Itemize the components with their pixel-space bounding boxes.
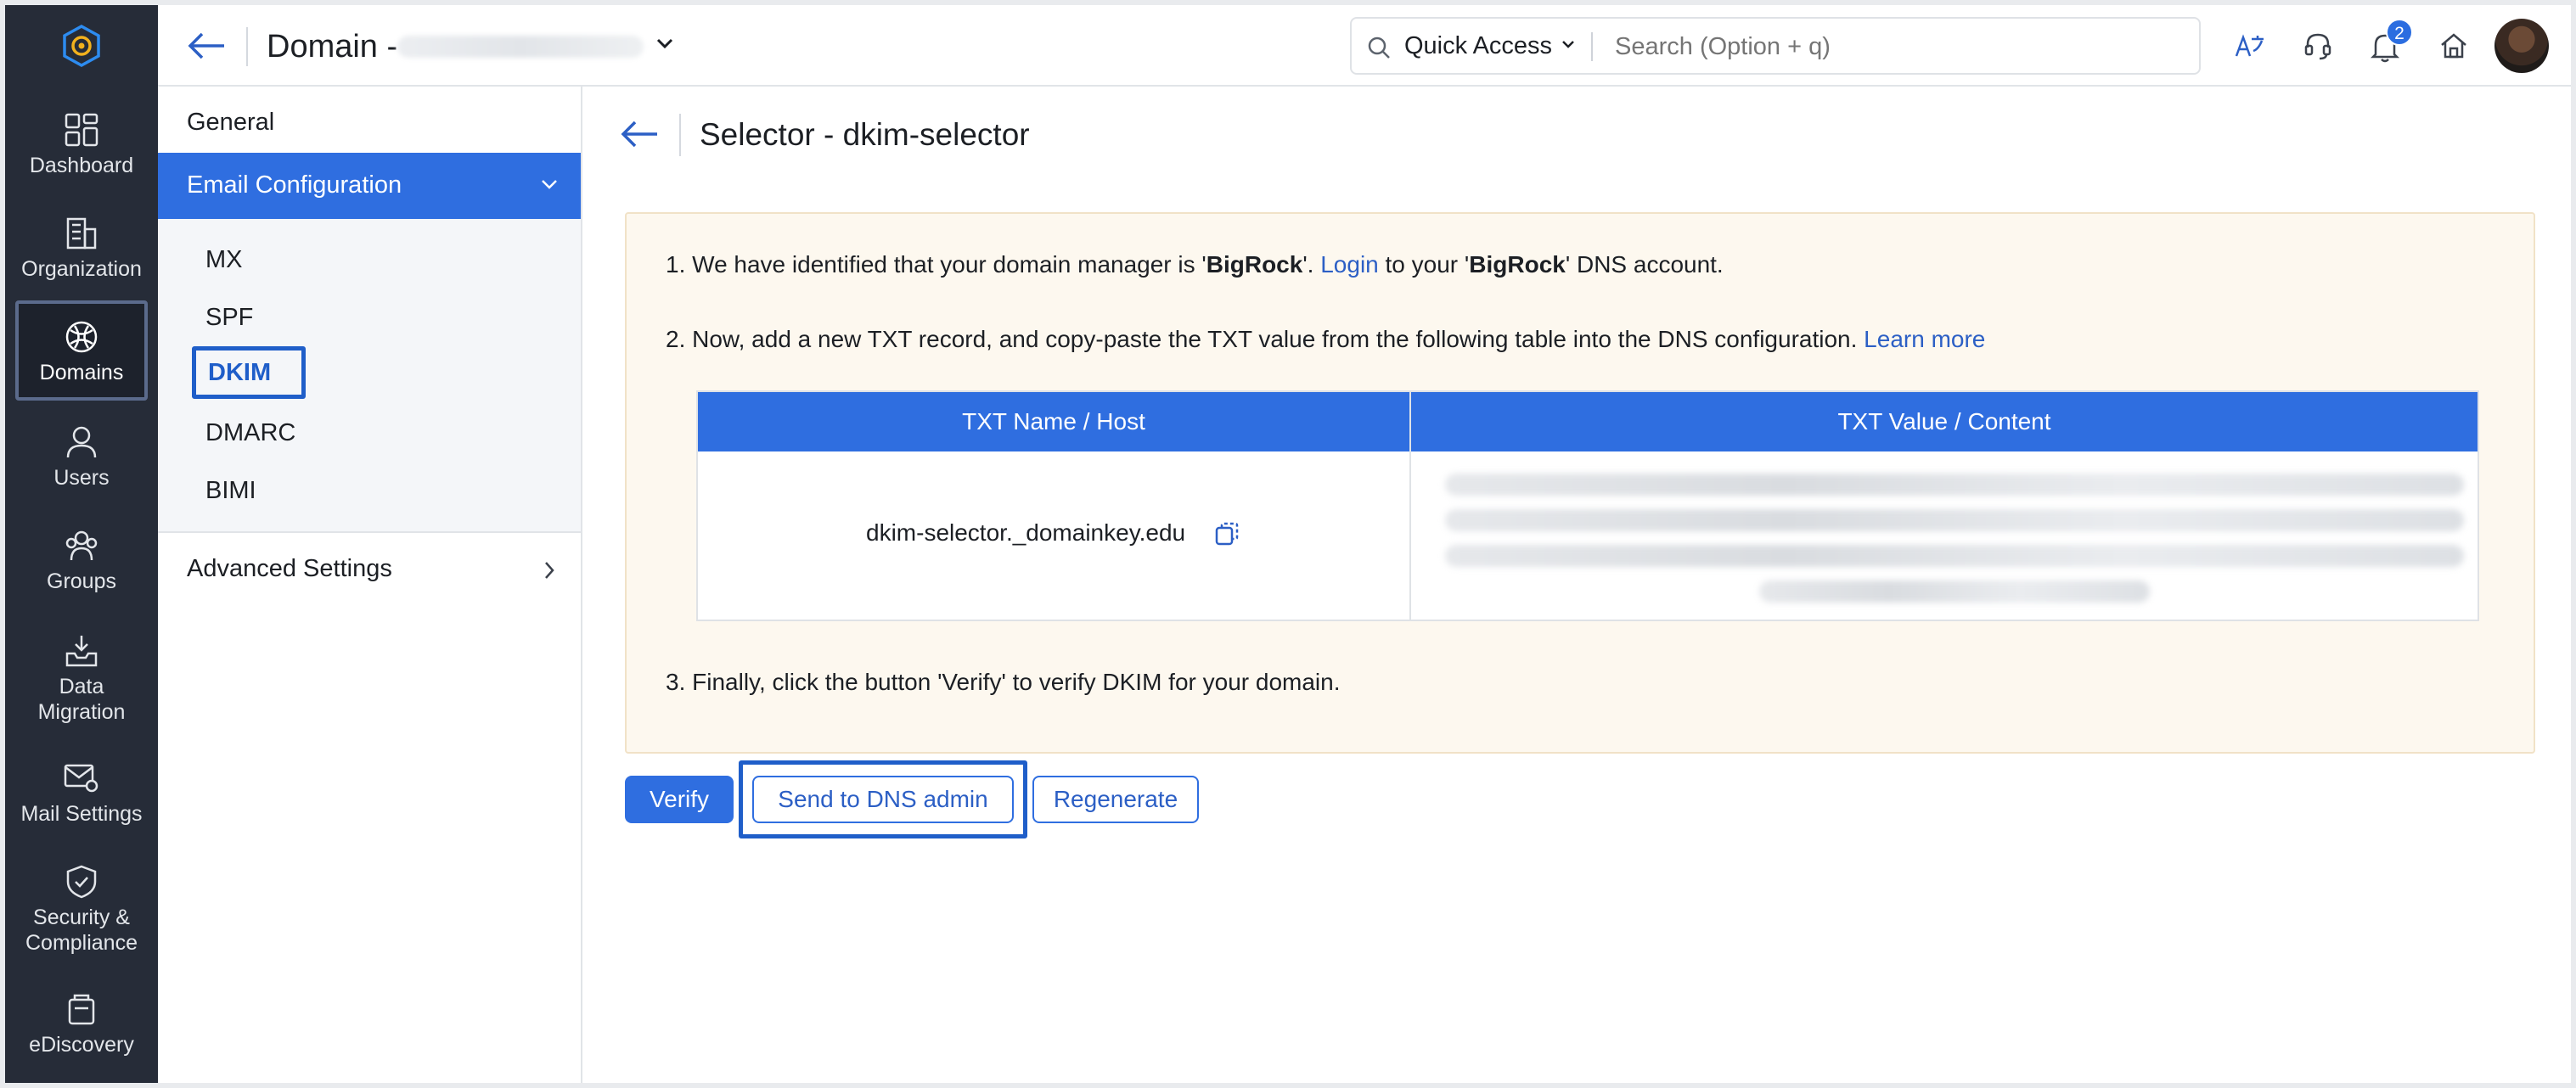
chevron-down-icon[interactable] — [655, 37, 674, 51]
rail-label: Users — [53, 466, 110, 490]
rail-item-groups[interactable]: Groups — [5, 528, 158, 594]
home-icon[interactable] — [2438, 31, 2469, 61]
rail-label: Organization — [21, 257, 142, 281]
search-divider — [1591, 32, 1593, 61]
step-text: to your ' — [1378, 251, 1470, 278]
step-text: Finally, click the button 'Verify' to ve… — [692, 669, 1341, 695]
domain-manager-name: BigRock — [1469, 251, 1566, 278]
step-text: ' DNS account. — [1565, 251, 1724, 278]
rail-label: Data Migration — [37, 675, 126, 724]
rail-label: eDiscovery — [29, 1033, 134, 1057]
app-frame: Dashboard Organization Domains Users Gro… — [5, 5, 2571, 1083]
users-icon — [66, 426, 97, 458]
domain-manager-name: BigRock — [1206, 251, 1303, 278]
quick-access-dropdown[interactable]: Quick Access — [1404, 32, 1552, 60]
step-text: We have identified that your domain mana… — [692, 251, 1206, 278]
instruction-step-1: 1. We have identified that your domain m… — [666, 251, 1724, 278]
data-migration-icon — [65, 636, 98, 667]
organization-icon — [66, 217, 97, 250]
step-number: 1. — [666, 251, 686, 278]
rail-label: Groups — [47, 569, 116, 593]
rail-label: Mail Settings — [20, 802, 143, 826]
rail-item-ediscovery[interactable]: eDiscovery — [5, 991, 158, 1057]
mail-settings-icon — [64, 764, 98, 793]
table-header-value: TXT Value / Content — [1411, 392, 2478, 451]
translate-icon[interactable] — [2233, 31, 2267, 61]
back-arrow-icon[interactable] — [187, 31, 226, 61]
rail-item-users[interactable]: Users — [5, 424, 158, 491]
rail-item-domains[interactable]: Domains — [15, 300, 148, 401]
app-logo-icon[interactable] — [59, 24, 104, 68]
dashboard-icon — [65, 113, 98, 147]
instruction-step-3: 3. Finally, click the button 'Verify' to… — [666, 669, 1340, 696]
domain-settings-nav: General Email Configuration MX SPF DKIM … — [158, 87, 582, 1083]
dkim-instructions-panel: 1. We have identified that your domain m… — [625, 212, 2535, 754]
support-headset-icon[interactable] — [2303, 31, 2333, 61]
rail-label: Domains — [39, 361, 124, 384]
table-column-divider — [1409, 392, 1411, 621]
main-content: Selector - dkim-selector 1. We have iden… — [584, 87, 2571, 1083]
login-link[interactable]: Login — [1320, 251, 1379, 278]
ediscovery-icon — [68, 994, 95, 1025]
step-number: 2. — [666, 326, 686, 352]
send-to-dns-admin-button[interactable]: Send to DNS admin — [752, 776, 1014, 823]
rail-item-mail-settings[interactable]: Mail Settings — [5, 760, 158, 827]
groups-icon — [65, 530, 98, 561]
regenerate-button[interactable]: Regenerate — [1032, 776, 1199, 823]
domains-icon — [65, 321, 98, 353]
subnav-item-dkim[interactable]: DKIM — [192, 346, 306, 399]
security-icon — [66, 865, 97, 899]
top-header: Domain - Quick Access Search (Option + q… — [158, 5, 2571, 87]
subnav-item-bimi[interactable]: BIMI — [205, 477, 256, 505]
rail-item-security[interactable]: Security & Compliance — [5, 864, 158, 956]
subnav-item-label: Email Configuration — [187, 171, 402, 199]
avatar[interactable] — [2494, 19, 2549, 73]
header-divider — [246, 27, 248, 66]
step-number: 3. — [666, 669, 686, 695]
dns-record-table: TXT Name / Host TXT Value / Content dkim… — [696, 390, 2479, 621]
notification-badge: 2 — [2386, 19, 2413, 46]
subnav-item-dmarc[interactable]: DMARC — [205, 419, 295, 447]
chevron-down-icon[interactable] — [1561, 39, 1576, 51]
instruction-step-2: 2. Now, add a new TXT record, and copy-p… — [666, 326, 1985, 353]
rail-item-dashboard[interactable]: Dashboard — [5, 112, 158, 178]
chevron-right-icon[interactable] — [543, 560, 555, 580]
email-config-sublist: MX SPF DKIM DMARC BIMI — [158, 219, 581, 533]
txt-host-value: dkim-selector._domainkey.edu — [866, 519, 1186, 546]
subnav-item-general[interactable]: General — [187, 109, 274, 137]
search-icon — [1368, 36, 1390, 59]
step-text: '. — [1302, 251, 1321, 278]
rail-label: Dashboard — [29, 154, 134, 177]
rail-item-organization[interactable]: Organization — [5, 216, 158, 282]
subnav-item-spf[interactable]: SPF — [205, 304, 253, 332]
search-bar: Quick Access — [1350, 17, 2201, 75]
subnav-item-mx[interactable]: MX — [205, 246, 243, 274]
rail-label: Security & Compliance — [25, 906, 138, 955]
subnav-item-email-configuration[interactable]: Email Configuration — [158, 153, 581, 219]
verify-button[interactable]: Verify — [625, 776, 734, 823]
chevron-down-icon — [542, 180, 557, 189]
step-text: Now, add a new TXT record, and copy-past… — [692, 326, 1858, 352]
left-rail: Dashboard Organization Domains Users Gro… — [5, 5, 158, 1083]
learn-more-link[interactable]: Learn more — [1864, 326, 1985, 352]
domain-name-redacted — [397, 36, 644, 58]
rail-item-data-migration[interactable]: Data Migration — [5, 633, 158, 725]
subnav-item-advanced-settings[interactable]: Advanced Settings — [187, 555, 392, 583]
search-input[interactable] — [1615, 33, 2158, 61]
back-arrow-icon[interactable] — [620, 119, 659, 149]
domain-title: Domain - — [267, 29, 398, 64]
copy-icon[interactable] — [1214, 521, 1240, 547]
page-title: Selector - dkim-selector — [700, 117, 1030, 152]
table-header-host: TXT Name / Host — [698, 392, 1409, 451]
title-divider — [679, 114, 681, 156]
